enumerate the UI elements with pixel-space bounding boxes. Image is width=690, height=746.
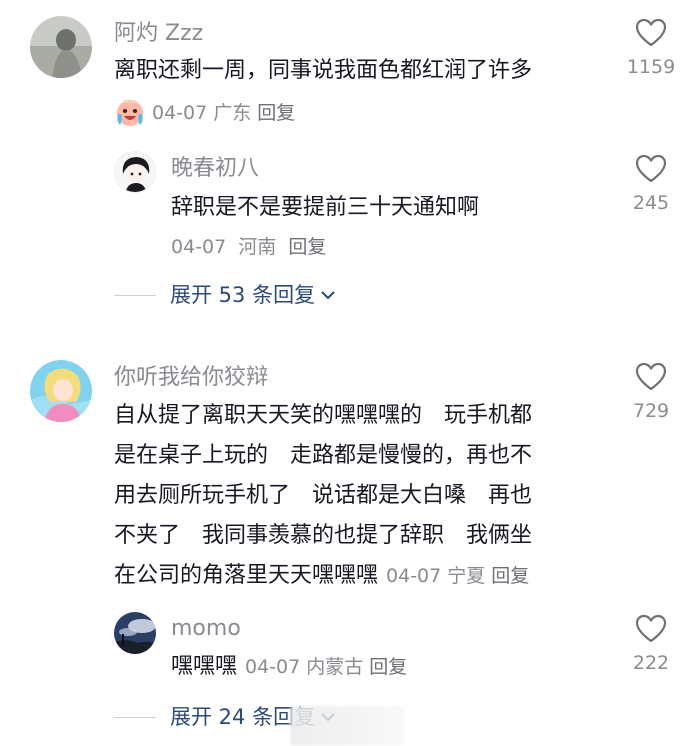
reply-text-row: 嘿嘿嘿 04-07 内蒙古 回复 <box>171 647 407 687</box>
comment-date: 04-07 <box>386 565 442 587</box>
divider-line <box>114 716 156 718</box>
avatar-azhuo[interactable] <box>30 16 92 78</box>
like-count: 1159 <box>626 56 676 78</box>
comment-text-line: 是在桌子上玩的 走路都是慢慢的，再也不 <box>114 443 533 468</box>
chevron-down-icon <box>321 291 335 300</box>
watermark-overlay <box>290 706 405 746</box>
reply-meta: 04-07 河南 回复 <box>171 234 326 260</box>
reply-button[interactable]: 回复 <box>491 565 529 587</box>
avatar-jiaobian[interactable] <box>30 360 92 422</box>
divider-line <box>114 294 156 296</box>
reply-meta: 04-07 内蒙古 回复 <box>245 656 407 678</box>
reply-location: 河南 <box>238 236 277 258</box>
heart-icon <box>635 614 667 643</box>
comment-meta: 04-07 宁夏 回复 <box>386 565 529 587</box>
comment-text-line: 在公司的角落里天天嘿嘿嘿 <box>114 563 379 588</box>
reply-button[interactable]: 回复 <box>257 100 295 126</box>
crying-laughing-emoji-icon <box>114 97 146 129</box>
reply-button[interactable]: 回复 <box>288 236 326 258</box>
avatar-wanchun-image <box>115 152 155 192</box>
comment-text-line-last: 在公司的角落里天天嘿嘿嘿 04-07 宁夏 回复 <box>114 556 614 596</box>
expand-replies-label: 展开 53 条回复 <box>170 283 316 307</box>
comment-text-line: 自从提了离职天天笑的嘿嘿嘿的 玩手机都 <box>114 403 533 428</box>
reply-text: 辞职是不是要提前三十天通知啊 <box>171 195 480 220</box>
comment-location: 宁夏 <box>447 565 486 587</box>
like-count: 729 <box>632 400 670 422</box>
like-button[interactable]: 222 <box>616 614 686 674</box>
comment-text-line: 用去厕所玩手机了 说话都是大白嗓 再也 <box>114 483 533 508</box>
reply-username[interactable]: 晚春初八 <box>171 155 259 183</box>
comment-text-line: 不夹了 我同事羡慕的也提了辞职 我俩坐 <box>114 523 533 548</box>
reply-date: 04-07 <box>245 656 301 678</box>
comment-date: 04-07 <box>152 102 208 124</box>
reply-button[interactable]: 回复 <box>369 656 407 678</box>
comment-username[interactable]: 阿灼 Zzz <box>114 20 203 48</box>
comment-location: 广东 <box>213 102 252 124</box>
avatar-momo-image <box>114 612 156 654</box>
avatar-momo[interactable] <box>114 612 156 654</box>
heart-icon <box>635 18 667 47</box>
comment-text: 离职还剩一周，同事说我面色都红润了许多 <box>114 58 533 83</box>
comment-meta: 04-07 广东 回复 <box>114 97 295 129</box>
reply-location: 内蒙古 <box>306 656 364 678</box>
avatar-wanchun[interactable] <box>114 151 156 193</box>
heart-icon <box>635 362 667 391</box>
like-button[interactable]: 729 <box>616 362 686 422</box>
reply-username[interactable]: momo <box>171 615 241 643</box>
like-button[interactable]: 245 <box>616 154 686 214</box>
avatar-azhuo-image <box>30 16 92 78</box>
like-count: 245 <box>632 192 670 214</box>
comment-username[interactable]: 你听我给你狡辩 <box>114 364 268 392</box>
expand-replies-button[interactable]: 展开 53 条回复 <box>114 281 335 309</box>
reply-text: 嘿嘿嘿 <box>171 654 238 679</box>
reply-date: 04-07 <box>171 236 227 258</box>
comment-text: 自从提了离职天天笑的嘿嘿嘿的 玩手机都 是在桌子上玩的 走路都是慢慢的，再也不 … <box>114 396 614 596</box>
like-count: 222 <box>632 652 670 674</box>
avatar-jiaobian-image <box>30 360 92 422</box>
heart-icon <box>635 154 667 183</box>
like-button[interactable]: 1159 <box>616 18 686 78</box>
